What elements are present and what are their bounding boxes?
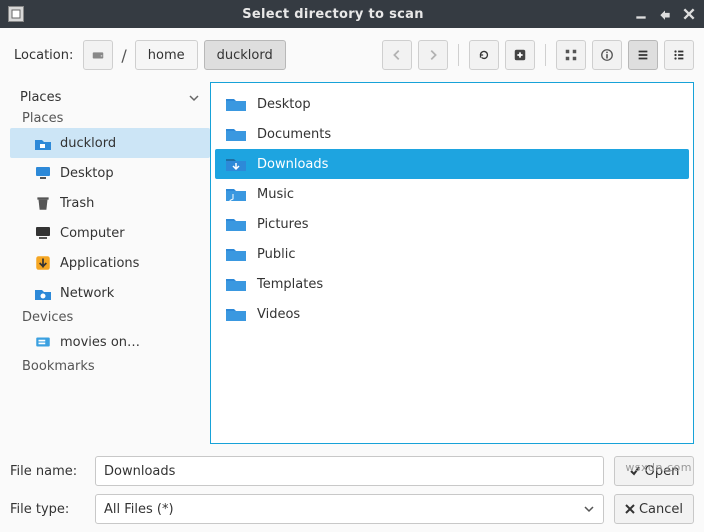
sidebar-item-label: Computer <box>60 226 125 241</box>
folder-item[interactable]: Pictures <box>215 209 689 239</box>
path-root-button[interactable] <box>83 40 113 70</box>
sidebar-item-label: movies on… <box>60 335 140 350</box>
new-folder-button[interactable] <box>505 40 535 70</box>
title-bar: Select directory to scan <box>0 0 704 28</box>
folder-label: Videos <box>257 307 300 322</box>
network-icon <box>34 284 52 302</box>
cancel-button-label: Cancel <box>639 502 683 517</box>
sidebar-group-devices: Devices <box>10 308 210 327</box>
path-segment-ducklord[interactable]: ducklord <box>204 40 286 70</box>
places-sidebar: Places Places ducklord Desktop Trash Com… <box>10 82 210 444</box>
plus-icon <box>513 48 527 62</box>
arrow-right-icon <box>426 48 440 62</box>
check-icon <box>629 465 641 477</box>
path-segment-home[interactable]: home <box>135 40 198 70</box>
location-label: Location: <box>10 48 77 63</box>
folder-label: Public <box>257 247 295 262</box>
toolbar: Location: / home ducklord <box>10 36 694 74</box>
cancel-button[interactable]: Cancel <box>614 494 694 524</box>
drive-icon <box>34 333 52 351</box>
folder-label: Pictures <box>257 217 308 232</box>
sidebar-item-device[interactable]: movies on… <box>10 327 210 357</box>
toolbar-separator <box>545 44 546 66</box>
folder-label: Music <box>257 187 294 202</box>
folder-icon <box>225 275 247 293</box>
open-button[interactable]: Open <box>614 456 694 486</box>
grid-icon <box>564 48 578 62</box>
window-title: Select directory to scan <box>32 7 634 22</box>
sidebar-item-label: Desktop <box>60 166 114 181</box>
reload-icon <box>477 48 491 62</box>
filename-input[interactable] <box>95 456 604 486</box>
sidebar-item-computer[interactable]: Computer <box>10 218 210 248</box>
folder-icon <box>225 95 247 113</box>
sidebar-item-network[interactable]: Network <box>10 278 210 308</box>
back-button[interactable] <box>382 40 412 70</box>
filetype-label: File type: <box>10 502 85 517</box>
sidebar-item-trash[interactable]: Trash <box>10 188 210 218</box>
filetype-value: All Files (*) <box>104 502 174 517</box>
maximize-button[interactable] <box>658 7 672 21</box>
folder-item[interactable]: Videos <box>215 299 689 329</box>
close-button[interactable] <box>682 7 696 21</box>
sidebar-item-applications[interactable]: Applications <box>10 248 210 278</box>
folder-label: Downloads <box>257 157 328 172</box>
toolbar-separator <box>458 44 459 66</box>
folder-label: Templates <box>257 277 323 292</box>
forward-button[interactable] <box>418 40 448 70</box>
folder-item[interactable]: Documents <box>215 119 689 149</box>
open-button-label: Open <box>645 464 680 479</box>
sidebar-group-bookmarks: Bookmarks <box>10 357 210 376</box>
sidebar-item-label: Applications <box>60 256 139 271</box>
path-separator: / <box>119 46 128 65</box>
drive-icon <box>91 48 105 62</box>
sidebar-item-label: Trash <box>60 196 94 211</box>
sidebar-item-label: ducklord <box>60 136 116 151</box>
view-icons-button[interactable] <box>556 40 586 70</box>
view-list-button[interactable] <box>628 40 658 70</box>
sidebar-header-label: Places <box>20 90 61 105</box>
folder-item[interactable]: Music <box>215 179 689 209</box>
sidebar-item-label: Network <box>60 286 114 301</box>
folder-item[interactable]: Desktop <box>215 89 689 119</box>
folder-icon <box>225 125 247 143</box>
folder-label: Desktop <box>257 97 311 112</box>
detail-list-icon <box>672 48 686 62</box>
folder-icon <box>225 245 247 263</box>
folder-icon <box>225 155 247 173</box>
folder-icon <box>225 215 247 233</box>
trash-icon <box>34 194 52 212</box>
folder-icon <box>225 185 247 203</box>
info-icon <box>600 48 614 62</box>
view-detail-button[interactable] <box>664 40 694 70</box>
reload-button[interactable] <box>469 40 499 70</box>
folder-icon <box>225 305 247 323</box>
folder-item[interactable]: Templates <box>215 269 689 299</box>
close-icon <box>625 504 635 514</box>
filename-label: File name: <box>10 464 85 479</box>
arrow-left-icon <box>390 48 404 62</box>
folder-item[interactable]: Public <box>215 239 689 269</box>
chevron-down-icon <box>188 92 200 104</box>
sidebar-item-home[interactable]: ducklord <box>10 128 210 158</box>
folder-item[interactable]: Downloads <box>215 149 689 179</box>
list-icon <box>636 48 650 62</box>
sidebar-group-places: Places <box>10 109 210 128</box>
minimize-button[interactable] <box>634 7 648 21</box>
file-pane[interactable]: Desktop Documents Downloads Music Pictur… <box>210 82 694 444</box>
chevron-down-icon <box>583 503 595 515</box>
desktop-icon <box>34 164 52 182</box>
sidebar-header[interactable]: Places <box>10 86 210 109</box>
apps-icon <box>34 254 52 272</box>
app-icon <box>8 6 24 22</box>
computer-icon <box>34 224 52 242</box>
info-button[interactable] <box>592 40 622 70</box>
filetype-select[interactable]: All Files (*) <box>95 494 604 524</box>
home-folder-icon <box>34 134 52 152</box>
sidebar-item-desktop[interactable]: Desktop <box>10 158 210 188</box>
folder-label: Documents <box>257 127 331 142</box>
